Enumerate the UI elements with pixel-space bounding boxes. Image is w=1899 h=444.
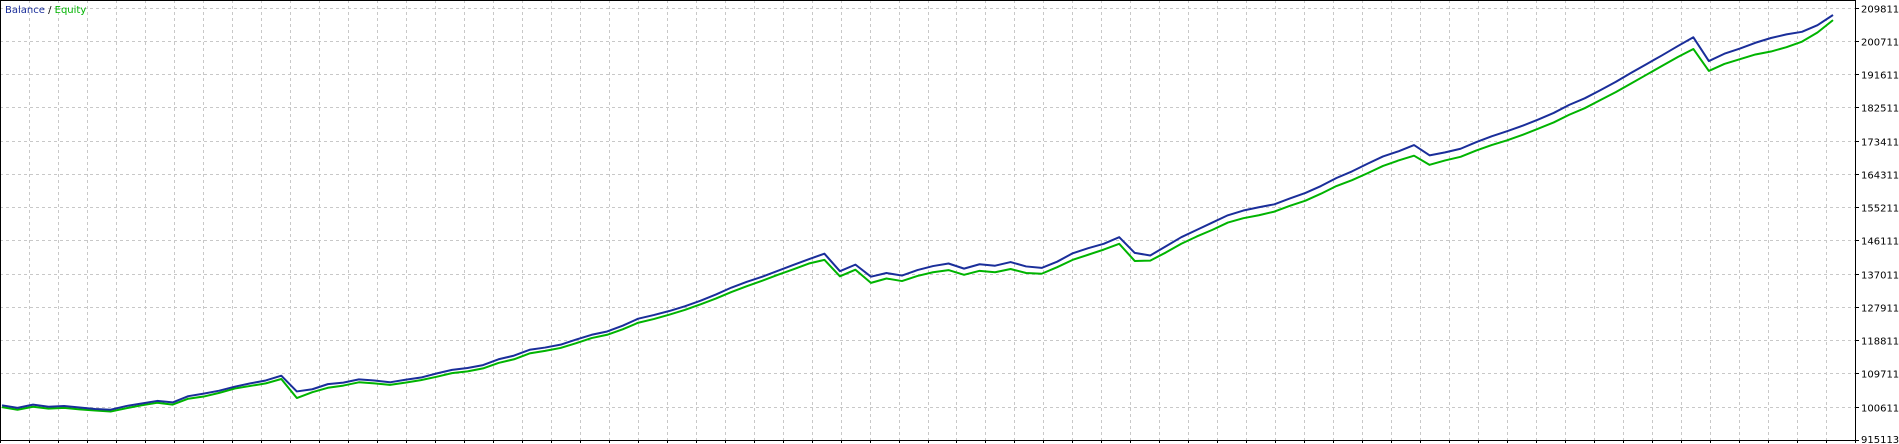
grid	[0, 0, 1855, 440]
legend: Balance / Equity	[5, 5, 86, 16]
y-tick-label: 1097114	[1861, 370, 1899, 381]
legend-balance: Balance	[5, 5, 45, 16]
y-tick-label: 1734116	[1861, 138, 1899, 149]
equity-line	[1, 19, 1834, 413]
y-tick-label: 1916117	[1861, 71, 1899, 82]
y-tick-label: 2007117	[1861, 38, 1899, 49]
y-tick-label: 2098118	[1861, 5, 1899, 16]
y-tick-label: 1825117	[1861, 104, 1899, 115]
y-tick-label: 1279115	[1861, 304, 1899, 315]
y-tick-label: 1370115	[1861, 271, 1899, 282]
legend-separator: /	[45, 5, 55, 16]
y-tick-label: 1461115	[1861, 237, 1899, 248]
y-tick-label: 1552116	[1861, 204, 1899, 215]
y-tick-label: 915113	[1861, 435, 1899, 444]
legend-equity: Equity	[55, 5, 87, 16]
y-tick-label: 1643116	[1861, 171, 1899, 182]
y-tick-label: 1188114	[1861, 337, 1899, 348]
y-tick-label: 1006114	[1861, 404, 1899, 415]
balance-equity-chart: 2098118 2007117 1916117 1825117 1734116 16431…	[0, 0, 1899, 444]
y-axis: 2098118 2007117 1916117 1825117 1734116 16431…	[0, 5, 1899, 444]
